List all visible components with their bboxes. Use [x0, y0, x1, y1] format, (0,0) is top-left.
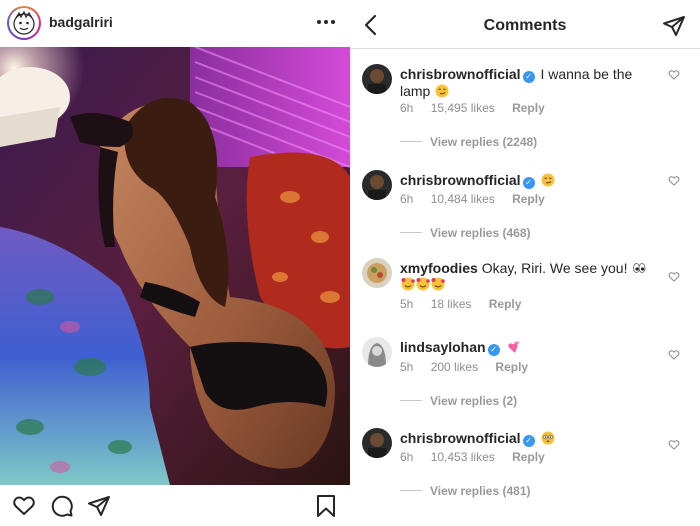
- like-heart-icon[interactable]: [668, 271, 680, 283]
- bookmark-icon[interactable]: [314, 494, 338, 518]
- comment-username[interactable]: xmyfoodies: [400, 260, 478, 276]
- reply-button[interactable]: Reply: [512, 101, 545, 115]
- comment-time: 6h: [400, 450, 414, 464]
- reply-button[interactable]: Reply: [495, 360, 528, 374]
- replies-divider: [400, 232, 422, 233]
- avatar[interactable]: [362, 337, 392, 367]
- comment-username[interactable]: lindsaylohan: [400, 339, 486, 355]
- comment-meta: 6h 10,453 likes Reply: [400, 450, 559, 464]
- comment-username[interactable]: chrisbrownofficial: [400, 66, 521, 82]
- comment-likes[interactable]: 15,495 likes: [431, 101, 495, 115]
- share-icon[interactable]: [87, 494, 111, 518]
- comments-header: Comments: [350, 0, 700, 49]
- heart-icon[interactable]: [12, 494, 36, 518]
- smirking-face-emoji-icon: [541, 173, 555, 187]
- replies-divider: [400, 141, 422, 142]
- view-replies-link[interactable]: View replies (2248): [400, 135, 537, 149]
- post-action-bar: [0, 486, 350, 526]
- avatar[interactable]: [362, 64, 392, 94]
- like-heart-icon[interactable]: [668, 349, 680, 361]
- post-username[interactable]: badgalriri: [49, 14, 113, 30]
- comment-likes[interactable]: 10,484 likes: [431, 192, 495, 206]
- comment-time: 5h: [400, 360, 414, 374]
- comment-likes[interactable]: 200 likes: [431, 360, 478, 374]
- direct-send-icon[interactable]: [662, 14, 686, 38]
- view-replies-link[interactable]: View replies (2): [400, 394, 517, 408]
- view-replies-link[interactable]: View replies (468): [400, 226, 531, 240]
- verified-badge-icon: ✓: [487, 344, 500, 356]
- replies-divider: [400, 490, 422, 491]
- post-avatar[interactable]: [7, 6, 41, 40]
- comment-meta: 6h 15,495 likes Reply: [400, 101, 559, 115]
- comment-text: chrisbrownofficial ✓ I wanna be the lamp: [400, 66, 660, 99]
- more-horizontal-icon[interactable]: [314, 12, 338, 32]
- comment-meta: 6h 10,484 likes Reply: [400, 192, 559, 206]
- verified-badge-icon: ✓: [522, 177, 535, 189]
- post-photo[interactable]: [0, 47, 350, 485]
- avatar[interactable]: [362, 428, 392, 458]
- comment-icon[interactable]: [50, 494, 74, 518]
- like-heart-icon[interactable]: [668, 175, 680, 187]
- photo-image: [0, 47, 350, 485]
- avatar[interactable]: [362, 170, 392, 200]
- comment-username[interactable]: chrisbrownofficial: [400, 172, 521, 188]
- comments-panel: Comments chrisbrownofficial ✓ I wanna be …: [350, 0, 700, 526]
- comment-text: chrisbrownofficial ✓: [400, 172, 660, 189]
- comment-meta: 5h 18 likes Reply: [400, 297, 535, 311]
- smiling-face-with-hearts-emoji-icon: [416, 277, 430, 291]
- comment-text: lindsaylohan ✓: [400, 339, 660, 356]
- view-replies-link[interactable]: View replies (481): [400, 484, 531, 498]
- comment-likes[interactable]: 10,453 likes: [431, 450, 495, 464]
- comment-meta: 5h 200 likes Reply: [400, 360, 542, 374]
- flushed-face-emoji-icon: [541, 431, 555, 445]
- smirking-face-emoji-icon: [435, 84, 449, 98]
- reply-button[interactable]: Reply: [512, 192, 545, 206]
- post-header: badgalriri: [0, 0, 350, 46]
- reply-button[interactable]: Reply: [512, 450, 545, 464]
- like-heart-icon[interactable]: [668, 69, 680, 81]
- reply-button[interactable]: Reply: [489, 297, 522, 311]
- comment-body: Okay, Riri. We see you!: [481, 260, 628, 276]
- verified-badge-icon: ✓: [522, 435, 535, 447]
- comment-likes[interactable]: 18 likes: [431, 297, 472, 311]
- like-heart-icon[interactable]: [668, 439, 680, 451]
- smiling-face-with-hearts-emoji-icon: [431, 277, 445, 291]
- comments-title: Comments: [483, 17, 567, 34]
- two-hearts-emoji-icon: [508, 341, 520, 353]
- replies-divider: [400, 400, 422, 401]
- comment-username[interactable]: chrisbrownofficial: [400, 430, 521, 446]
- post-panel: badgalriri: [0, 0, 350, 526]
- eyes-emoji-icon: [633, 263, 646, 273]
- comment-text: chrisbrownofficial ✓: [400, 430, 660, 447]
- comment-time: 6h: [400, 192, 414, 206]
- comment-time: 6h: [400, 101, 414, 115]
- avatar-doodle-icon: [13, 10, 35, 35]
- comment-time: 5h: [400, 297, 414, 311]
- avatar[interactable]: [362, 258, 392, 288]
- comment-text: xmyfoodies Okay, Riri. We see you!: [400, 260, 660, 292]
- verified-badge-icon: ✓: [522, 71, 535, 83]
- smiling-face-with-hearts-emoji-icon: [401, 277, 415, 291]
